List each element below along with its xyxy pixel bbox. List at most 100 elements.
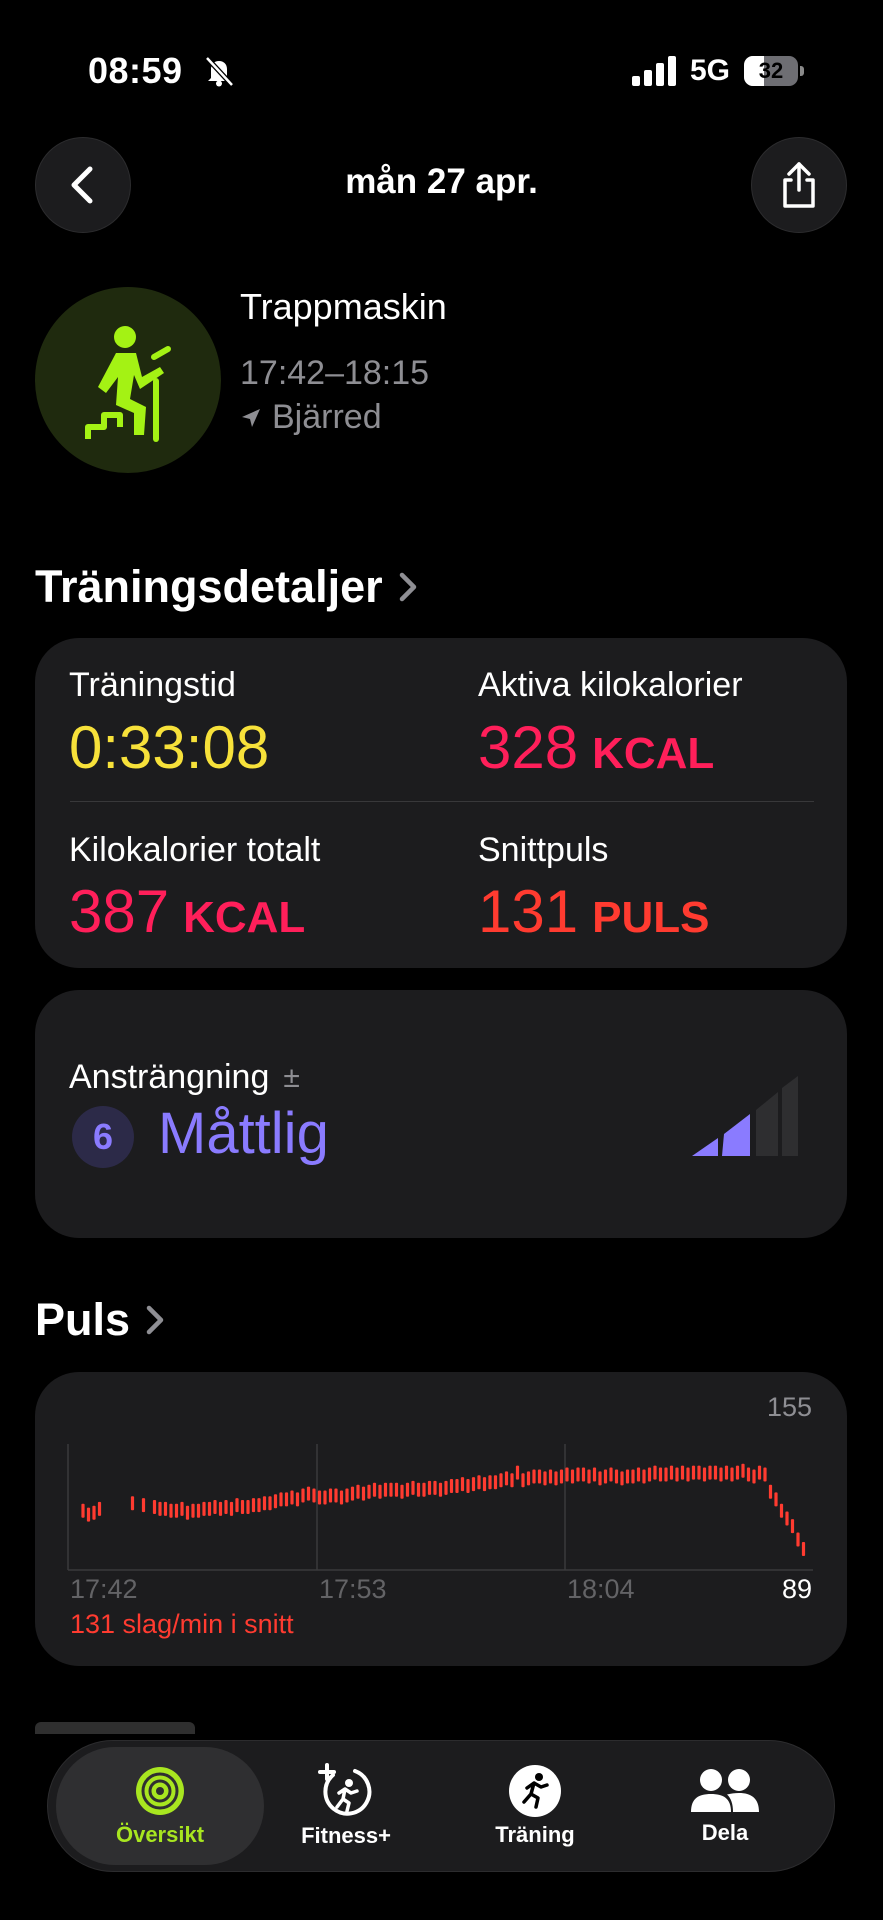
hr-mark xyxy=(257,1498,261,1513)
hr-mark xyxy=(768,1484,773,1499)
hr-mark xyxy=(614,1469,619,1484)
plus-minus-icon: ± xyxy=(283,1060,300,1094)
hr-mark xyxy=(609,1467,613,1482)
pulse-header[interactable]: Puls xyxy=(35,1294,166,1346)
hr-mark xyxy=(713,1465,718,1480)
hr-mark xyxy=(664,1467,668,1482)
hr-mark xyxy=(279,1492,283,1507)
metric-active-kcal: 328 KCAL xyxy=(478,713,714,782)
hr-mark xyxy=(724,1465,729,1480)
hr-mark xyxy=(548,1469,553,1484)
share-button[interactable] xyxy=(751,137,847,233)
chart-grid xyxy=(67,1444,813,1571)
effort-level-badge: 6 xyxy=(72,1106,134,1168)
heart-rate-chart: 155 89 17:42 17:53 18:04 131 slag/min i … xyxy=(67,1392,813,1639)
hr-mark xyxy=(389,1482,393,1497)
metric-unit-avg-hr: PULS xyxy=(592,893,710,942)
hr-mark xyxy=(92,1505,96,1520)
divider xyxy=(70,801,814,802)
metric-label-active-kcal: Aktiva kilokalorier xyxy=(478,666,743,704)
hr-mark xyxy=(471,1477,476,1492)
hr-mark xyxy=(455,1479,459,1493)
metric-unit-active-kcal: KCAL xyxy=(592,729,715,778)
tab-fitness-plus-label: Fitness+ xyxy=(301,1823,391,1848)
tab-fitness-plus[interactable]: Fitness+ xyxy=(252,1747,440,1865)
effort-level-text: Måttlig xyxy=(158,1101,329,1166)
x-label-0: 17:42 xyxy=(70,1574,138,1604)
hr-mark xyxy=(565,1467,569,1482)
hr-mark xyxy=(796,1532,800,1547)
hr-mark xyxy=(180,1501,184,1516)
status-time: 08:59 xyxy=(88,50,183,91)
hr-mark xyxy=(229,1501,234,1516)
hr-mark xyxy=(631,1469,635,1484)
fitness-plus-icon xyxy=(318,1763,372,1816)
hr-mark xyxy=(625,1469,630,1484)
hr-mark xyxy=(196,1503,201,1518)
hr-mark xyxy=(284,1492,289,1507)
hr-mark xyxy=(433,1480,437,1495)
metric-unit-total-kcal: KCAL xyxy=(183,893,306,942)
location-arrow-icon xyxy=(242,408,260,427)
hr-mark xyxy=(169,1503,173,1518)
hr-mark xyxy=(708,1465,712,1480)
hr-mark xyxy=(224,1500,228,1514)
hr-mark xyxy=(185,1505,190,1520)
hr-mark xyxy=(163,1501,168,1516)
hr-mark xyxy=(317,1490,322,1505)
metric-value-active-kcal: 328 xyxy=(478,714,579,781)
metric-value-total-kcal: 387 xyxy=(69,878,170,945)
tab-overview[interactable]: Översikt xyxy=(56,1747,264,1865)
hr-mark xyxy=(675,1467,679,1482)
hr-mark xyxy=(488,1475,492,1490)
hr-mark xyxy=(460,1477,465,1492)
hr-mark xyxy=(152,1500,157,1514)
tab-training[interactable]: Träning xyxy=(440,1747,630,1865)
hr-mark xyxy=(290,1490,294,1505)
effort-bars-icon xyxy=(692,1076,798,1156)
hr-mark xyxy=(207,1501,212,1516)
pulse-summary: 131 slag/min i snitt xyxy=(70,1609,294,1639)
hr-mark xyxy=(658,1467,663,1482)
tab-share[interactable]: Dela xyxy=(630,1747,820,1865)
hr-mark xyxy=(779,1503,784,1518)
hr-mark xyxy=(576,1467,580,1482)
hr-mark xyxy=(345,1488,349,1503)
hr-mark xyxy=(702,1467,707,1482)
metric-label-avg-hr: Snittpuls xyxy=(478,831,609,869)
hr-mark xyxy=(213,1500,217,1514)
chevron-right-icon xyxy=(399,572,416,602)
hr-mark xyxy=(752,1469,756,1484)
hr-mark xyxy=(174,1503,179,1518)
hr-mark xyxy=(801,1542,806,1556)
hr-mark xyxy=(466,1479,470,1493)
tab-training-label: Träning xyxy=(495,1822,575,1847)
running-figure-icon xyxy=(509,1765,561,1817)
hr-mark xyxy=(532,1469,536,1484)
hr-mark xyxy=(510,1473,514,1488)
hr-mark xyxy=(592,1467,597,1482)
hr-mark xyxy=(86,1507,91,1522)
stair-stepper-icon xyxy=(35,287,221,473)
hr-mark xyxy=(240,1500,245,1514)
hr-mark xyxy=(642,1469,646,1484)
hr-mark xyxy=(653,1465,657,1480)
hr-mark xyxy=(312,1488,316,1503)
hr-mark xyxy=(438,1482,443,1497)
hr-mark xyxy=(790,1519,795,1534)
battery-indicator: 32 xyxy=(744,56,804,86)
hr-mark xyxy=(581,1467,586,1482)
hr-mark xyxy=(306,1486,311,1501)
metric-total-kcal: 387 KCAL xyxy=(69,877,305,946)
hr-mark xyxy=(598,1471,602,1486)
next-section-peek xyxy=(35,1722,235,1734)
hr-mark xyxy=(378,1484,382,1499)
hr-mark xyxy=(499,1473,503,1488)
hr-mark xyxy=(570,1469,575,1484)
metric-avg-hr: 131 PULS xyxy=(478,877,709,946)
hr-mark xyxy=(785,1511,789,1526)
network-type: 5G xyxy=(690,54,731,87)
x-label-2: 18:04 xyxy=(567,1574,635,1604)
hr-mark xyxy=(218,1501,223,1516)
training-details-header[interactable]: Träningsdetaljer xyxy=(35,561,419,613)
